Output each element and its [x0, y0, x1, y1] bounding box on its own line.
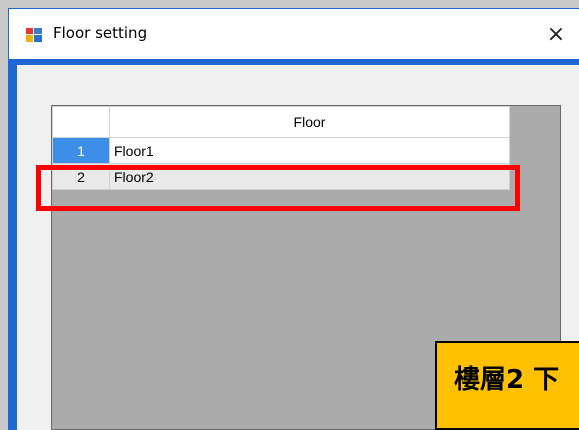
title-bar[interactable]: Floor setting ×	[9, 9, 579, 59]
grid-corner-cell[interactable]	[52, 106, 110, 138]
app-icon	[26, 28, 42, 42]
row-header[interactable]: 1	[52, 137, 110, 164]
column-header-floor[interactable]: Floor	[109, 106, 510, 138]
window-title: Floor setting	[53, 24, 148, 42]
close-button[interactable]: ×	[533, 9, 579, 59]
table-row[interactable]: 2 Floor2	[52, 163, 510, 190]
floor-table: Floor 1 Floor1 2 Floor2	[52, 106, 510, 190]
row-header[interactable]: 2	[52, 163, 110, 190]
table-header-row: Floor	[52, 106, 510, 138]
table-row[interactable]: 1 Floor1	[52, 137, 510, 164]
close-icon: ×	[546, 21, 566, 47]
annotation-callout: 樓層2 下	[435, 341, 579, 430]
floor-cell[interactable]: Floor1	[109, 137, 510, 164]
floor-cell[interactable]: Floor2	[109, 163, 510, 190]
